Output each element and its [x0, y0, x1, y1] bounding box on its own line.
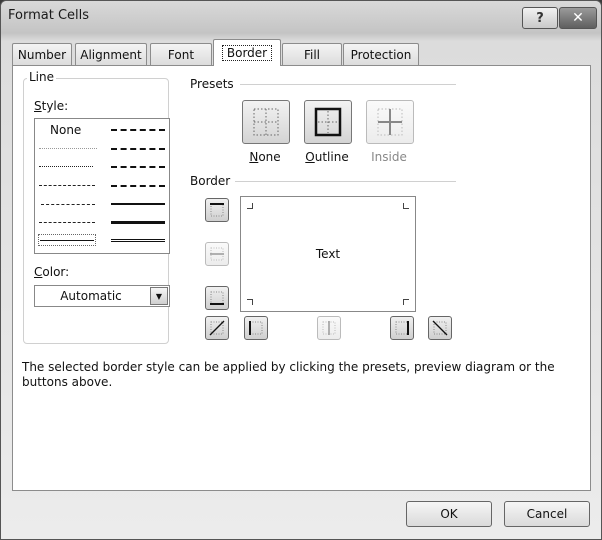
- border-inside-vertical-button[interactable]: [317, 316, 341, 340]
- line-style-dash-dot-dot[interactable]: [39, 185, 95, 186]
- close-button[interactable]: ✕: [559, 7, 597, 29]
- line-style-slant-dash-dot[interactable]: [111, 148, 165, 150]
- line-style-dash-dot[interactable]: [41, 204, 95, 205]
- tab-alignment[interactable]: Alignment: [75, 43, 147, 65]
- tab-label: Font: [167, 47, 195, 62]
- chevron-down-icon[interactable]: ▼: [150, 287, 168, 305]
- preset-none-button[interactable]: [242, 100, 290, 144]
- color-value: Automatic: [60, 289, 122, 303]
- border-label: Border: [190, 174, 231, 188]
- line-style-thick[interactable]: [111, 221, 165, 224]
- preset-inside-label: Inside: [371, 150, 407, 164]
- tab-fill[interactable]: Fill: [282, 43, 342, 65]
- diagonal-up-icon: [209, 320, 225, 336]
- corner-mark: [247, 203, 253, 209]
- border-top-icon: [210, 203, 224, 217]
- help-icon: ?: [536, 10, 544, 26]
- tab-label: Protection: [350, 47, 412, 62]
- corner-mark: [403, 203, 409, 209]
- line-style-dotted[interactable]: [39, 166, 93, 167]
- hint-text: The selected border style can be applied…: [22, 360, 555, 389]
- presets-divider: [240, 84, 456, 85]
- border-preview-diagram[interactable]: Text: [240, 196, 416, 312]
- border-left-icon: [249, 321, 263, 335]
- tab-label: Number: [17, 47, 67, 62]
- preset-outline-button[interactable]: [304, 100, 352, 144]
- dialog-title: Format Cells: [8, 8, 90, 23]
- border-divider: [235, 181, 456, 182]
- tab-label: Fill: [303, 47, 321, 62]
- border-inside-horizontal-icon: [210, 247, 224, 261]
- style-label: Style:: [34, 99, 69, 113]
- preview-text: Text: [315, 247, 341, 261]
- line-style-none[interactable]: None: [50, 123, 81, 137]
- cancel-button[interactable]: Cancel: [504, 501, 590, 527]
- border-right-button[interactable]: [390, 316, 414, 340]
- border-tab-panel: Line Style: None Color: Automatic ▼ Pres…: [12, 65, 591, 491]
- diagonal-down-icon: [432, 320, 448, 336]
- line-style-thin-selected[interactable]: [38, 234, 96, 246]
- corner-mark: [247, 299, 253, 305]
- format-cells-dialog: Format Cells ? ✕ Number Alignment Font B…: [0, 0, 602, 540]
- border-bottom-icon: [210, 291, 224, 305]
- line-style-double[interactable]: [111, 239, 165, 242]
- line-style-medium-dash-dot-dot[interactable]: [111, 129, 165, 131]
- line-style-medium-dash-dot[interactable]: [111, 166, 165, 168]
- border-inside-horizontal-button[interactable]: [205, 242, 229, 266]
- line-style-dashed[interactable]: [39, 222, 95, 223]
- presets-label: Presets: [190, 77, 234, 91]
- help-button[interactable]: ?: [522, 7, 558, 29]
- border-inside-vertical-icon: [322, 321, 336, 335]
- preset-none-label: None: [249, 150, 281, 164]
- border-diagonal-up-button[interactable]: [205, 316, 229, 340]
- tab-border[interactable]: Border: [213, 39, 281, 66]
- border-right-icon: [395, 321, 409, 335]
- line-style-list[interactable]: None: [34, 118, 170, 254]
- line-group-label: Line: [27, 70, 57, 84]
- tab-label: Alignment: [80, 47, 142, 62]
- preset-inside-icon: [377, 108, 403, 136]
- border-diagonal-down-button[interactable]: [428, 316, 452, 340]
- preset-none-icon: [253, 108, 279, 136]
- title-bar[interactable]: Format Cells ? ✕: [1, 1, 601, 33]
- ok-button[interactable]: OK: [406, 501, 492, 527]
- line-style-hair[interactable]: [39, 148, 97, 149]
- border-top-button[interactable]: [205, 198, 229, 222]
- preset-outline-label: Outline: [305, 150, 349, 164]
- preset-outline-icon: [314, 107, 342, 137]
- border-left-button[interactable]: [244, 316, 268, 340]
- corner-mark: [403, 299, 409, 305]
- border-bottom-button[interactable]: [205, 286, 229, 310]
- close-icon: ✕: [572, 10, 584, 26]
- color-dropdown[interactable]: Automatic ▼: [34, 285, 170, 307]
- color-label: Color:: [34, 265, 70, 279]
- line-style-medium[interactable]: [111, 203, 165, 205]
- preset-inside-button[interactable]: [366, 100, 414, 144]
- tab-label: Border: [221, 45, 273, 61]
- tab-protection[interactable]: Protection: [343, 43, 419, 65]
- tab-font[interactable]: Font: [150, 43, 212, 65]
- tab-number[interactable]: Number: [12, 43, 72, 65]
- line-style-medium-dashed[interactable]: [111, 185, 165, 187]
